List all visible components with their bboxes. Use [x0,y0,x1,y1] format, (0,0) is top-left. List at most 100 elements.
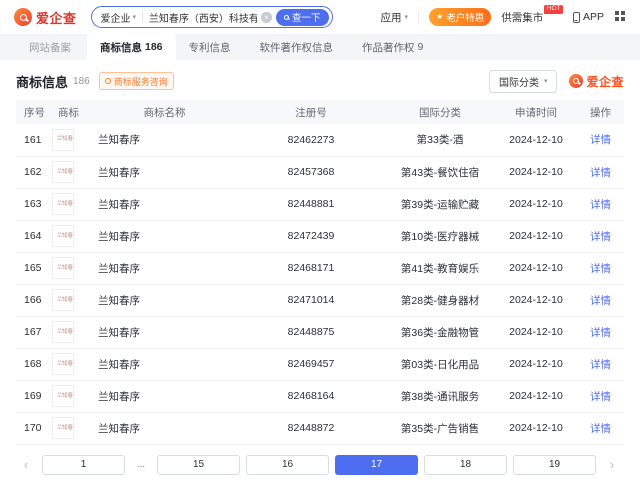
nav-market[interactable]: 供需集市 HOT [501,4,563,25]
pagination-item[interactable]: 16 [246,454,329,475]
apply-date: 2024-12-10 [495,412,577,445]
filter-label: 国际分类 [498,77,539,89]
row-index: 168 [16,348,50,381]
page: 爱企查 爱企业 ▾ | × 查一下 应用 ▾ ★ 老户特惠 [0,0,640,488]
tab[interactable]: 作品著作权 9 [349,34,436,60]
magnifier-icon [19,13,27,21]
intl-class: 第33类-酒 [385,124,495,157]
action-cell: 详情 [577,348,624,381]
row-index: 164 [16,220,50,253]
apply-date: 2024-12-10 [495,252,577,285]
detail-link[interactable]: 详情 [590,199,611,211]
row-index: 169 [16,380,50,413]
trademark-image[interactable]: 兰知春序 [52,225,74,247]
search-button[interactable]: 查一下 [276,8,329,26]
detail-link[interactable]: 详情 [590,327,611,339]
trademark-image-cell: 兰知春序 [50,284,92,317]
pagination-item[interactable]: 18 [424,454,507,475]
trademark-image[interactable]: 兰知春序 [52,289,74,311]
row-index: 163 [16,188,50,221]
promo-badge[interactable]: ★ 老户特惠 [429,8,492,26]
trademark-image-cell: 兰知春序 [50,380,92,413]
row-index: 167 [16,316,50,349]
nav-app-label: APP [582,11,604,23]
row-index: 165 [16,252,50,285]
trademark-service-tag[interactable]: 商标服务咨询 [98,72,174,90]
table-row: 168 兰知春序 兰知春序 82469457 第03类-日化用品 2024-12… [16,348,624,381]
aiqicha-watermark: 爱企查 [569,73,624,90]
nav-app-download[interactable]: APP [572,11,604,23]
section-count: 186 [73,75,90,87]
trademark-image[interactable]: 兰知春序 [52,161,74,183]
pagination-item[interactable]: 1 [42,454,125,475]
hot-badge: HOT [544,4,563,14]
trademark-image[interactable]: 兰知春序 [52,128,74,151]
trademark-image[interactable]: 兰知春序 [52,193,74,215]
trademark-image-cell: 兰知春序 [50,124,92,157]
pagination-item[interactable]: › [602,455,622,475]
row-index: 166 [16,284,50,317]
row-index: 170 [16,412,50,445]
detail-link[interactable]: 详情 [590,134,611,146]
tab-label: 软件著作权信息 [259,41,334,54]
trademark-image-text: 兰知春序 [56,168,73,175]
column-header: 序号 [16,100,50,124]
detail-link[interactable]: 详情 [590,231,611,243]
column-header: 商标名称 [92,100,237,124]
detail-link[interactable]: 详情 [590,263,611,275]
pagination-item[interactable]: 17 [335,454,418,475]
trademark-image[interactable]: 兰知春序 [52,385,74,407]
table-row: 161 兰知春序 兰知春序 82462273 第33类-酒 2024-12-10… [16,124,624,157]
action-cell: 详情 [577,380,624,413]
tab[interactable]: 商标信息 186 [87,34,176,60]
apply-date: 2024-12-10 [495,284,577,317]
clear-icon[interactable]: × [261,11,272,23]
detail-link[interactable]: 详情 [590,167,611,179]
logo[interactable]: 爱企查 [14,8,77,27]
detail-link[interactable]: 详情 [590,295,611,307]
table-row: 164 兰知春序 兰知春序 82472439 第10类-医疗器械 2024-12… [16,220,624,253]
trademark-image-cell: 兰知春序 [50,220,92,253]
pagination-item[interactable]: 19 [513,454,596,475]
table-row: 162 兰知春序 兰知春序 82457368 第43类-餐饮住宿 2024-12… [16,156,624,189]
trademark-service-label: 商标服务咨询 [113,76,168,87]
column-header: 国际分类 [385,100,495,124]
pagination-item[interactable]: 15 [157,454,240,475]
column-header: 操作 [577,100,624,124]
search-input[interactable] [148,11,257,23]
table-row: 165 兰知春序 兰知春序 82468171 第41类-教育娱乐 2024-12… [16,252,624,285]
pagination: ‹ 1... 15 16 17 18 19 › [16,454,622,475]
section-title: 商标信息 [16,74,69,90]
tab[interactable]: 专利信息 [176,34,247,60]
table-row: 167 兰知春序 兰知春序 82448875 第36类-金融物管 2024-12… [16,316,624,349]
apply-date: 2024-12-10 [495,156,577,189]
trademark-image[interactable]: 兰知春序 [52,257,74,279]
chevron-down-icon: ▾ [404,13,409,21]
trademark-image[interactable]: 兰知春序 [52,321,74,343]
registration-number: 82448875 [237,316,385,349]
trademark-image[interactable]: 兰知春序 [52,353,74,375]
grid-menu-icon[interactable] [615,11,619,15]
detail-link[interactable]: 详情 [590,423,611,435]
action-cell: 详情 [577,284,624,317]
tab[interactable]: 软件著作权信息 [247,34,350,60]
registration-number: 82462273 [237,124,385,157]
row-index: 162 [16,156,50,189]
nav-apps-menu[interactable]: 应用 ▾ [381,10,409,25]
apply-date: 2024-12-10 [495,380,577,413]
tab-label: 网站备案 [29,41,71,54]
search-category-dropdown[interactable]: 爱企业 ▾ [101,10,137,25]
intl-class-filter[interactable]: 国际分类 ▾ [488,69,558,93]
trademark-image[interactable]: 兰知春序 [52,417,74,439]
pagination-item[interactable]: ‹ [16,455,36,475]
intl-class: 第36类-金融物管 [385,316,495,349]
aiqicha-logo-icon [569,74,584,88]
action-cell: 详情 [577,188,624,221]
nav-market-label: 供需集市 [501,11,544,24]
trademark-image-text: 兰知春序 [56,232,73,239]
tab[interactable]: 网站备案 [16,34,87,60]
trademark-image-cell: 兰知春序 [50,348,92,381]
detail-link[interactable]: 详情 [590,359,611,371]
detail-link[interactable]: 详情 [590,391,611,403]
table-row: 166 兰知春序 兰知春序 82471014 第28类-健身器材 2024-12… [16,284,624,317]
